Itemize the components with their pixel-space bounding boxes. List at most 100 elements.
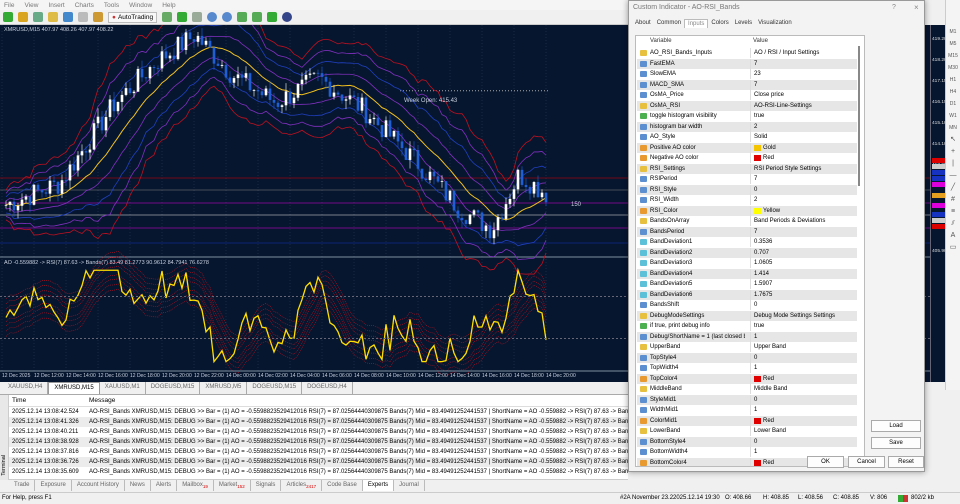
input-row[interactable]: if true, print debug info true <box>637 321 857 331</box>
menu-help[interactable]: Help <box>162 2 175 9</box>
dialog-tab[interactable]: Common <box>654 19 684 28</box>
autoscroll-icon[interactable] <box>252 12 263 22</box>
input-row[interactable]: TopWidth4 1 <box>637 363 857 373</box>
input-row[interactable]: BottomStyle4 0 <box>637 436 857 447</box>
input-row[interactable]: BandsShift 0 <box>637 300 857 310</box>
input-value[interactable]: 0 <box>750 352 757 363</box>
input-value[interactable]: 1 <box>750 331 757 342</box>
input-value[interactable]: Solid <box>750 132 767 142</box>
terminal-tab[interactable]: Market152 <box>214 480 251 491</box>
data-window-icon[interactable] <box>48 12 58 22</box>
input-value[interactable]: 0 <box>750 436 757 447</box>
input-value[interactable]: 1 <box>750 447 757 457</box>
input-value[interactable]: 7 <box>750 226 757 237</box>
channel-icon[interactable]: ≡ <box>946 206 960 218</box>
input-row[interactable]: WidthMid1 1 <box>637 405 857 415</box>
reset-button[interactable]: Reset <box>888 456 924 468</box>
dialog-tab[interactable]: Inputs <box>684 19 709 28</box>
terminal-tab[interactable]: Account History <box>72 480 125 491</box>
vline-icon[interactable]: | <box>946 158 960 170</box>
input-row[interactable]: Positive AO color Gold <box>637 142 857 153</box>
input-value[interactable]: Middle Band <box>750 384 787 394</box>
input-value[interactable]: true <box>750 321 764 331</box>
log-row[interactable]: 2025.12.14 13:08:35.609 AO-RSI_Bands XMRU… <box>9 467 628 477</box>
table-scrollbar[interactable] <box>858 46 860 186</box>
timeframe-m1[interactable]: M1 <box>946 26 960 38</box>
terminal-tab[interactable]: Experts <box>362 480 395 491</box>
input-row[interactable]: TopColor4 Red <box>637 373 857 384</box>
terminal-tab[interactable]: Exposure <box>35 480 72 491</box>
input-row[interactable]: MiddleBand Middle Band <box>637 384 857 394</box>
input-value[interactable]: 7 <box>750 58 757 69</box>
input-row[interactable]: DebugModeSettings Debug Mode Settings Set… <box>637 310 857 321</box>
input-value[interactable]: Upper Band <box>750 342 786 352</box>
log-row[interactable]: 2025.12.14 13:08:42.524 AO-RSI_Bands XMRU… <box>9 407 628 417</box>
terminal-icon[interactable] <box>78 12 88 22</box>
input-value[interactable]: 7 <box>750 174 757 184</box>
input-value[interactable]: Yellow <box>750 205 780 216</box>
input-value[interactable]: 1.414 <box>750 268 769 279</box>
input-row[interactable]: BandDeviation3 1.0605 <box>637 258 857 268</box>
dialog-tab[interactable]: Colors <box>708 19 731 28</box>
cursor-icon[interactable]: ↖ <box>946 134 960 146</box>
input-value[interactable]: Red <box>750 457 774 466</box>
text-icon[interactable]: A <box>946 230 960 242</box>
input-row[interactable]: BandDeviation5 1.5907 <box>637 279 857 289</box>
help-button[interactable]: ? <box>892 4 896 11</box>
menu-tools[interactable]: Tools <box>104 2 119 9</box>
input-row[interactable]: UpperBand Upper Band <box>637 342 857 352</box>
timeframe-m5[interactable]: M5 <box>946 38 960 50</box>
input-value[interactable]: Red <box>750 153 774 163</box>
terminal-tab[interactable]: News <box>125 480 151 491</box>
autotrading-button[interactable]: ● AutoTrading <box>108 11 158 23</box>
chart-tab[interactable]: XMRUSD,M15 <box>48 382 100 394</box>
ok-button[interactable]: OK <box>807 456 844 468</box>
input-row[interactable]: BandDeviation1 0.3536 <box>637 237 857 247</box>
dialog-tab[interactable]: Visualization <box>755 19 795 28</box>
menu-insert[interactable]: Insert <box>48 2 64 9</box>
chart-tab[interactable]: DOGEUSD,H4 <box>302 382 353 394</box>
input-row[interactable]: ColorMid1 Red <box>637 415 857 426</box>
input-row[interactable]: StyleMid1 0 <box>637 394 857 405</box>
timeframe-mn[interactable]: MN <box>946 122 960 134</box>
input-value[interactable]: 0.3536 <box>750 237 772 247</box>
market-watch-icon[interactable] <box>33 12 43 22</box>
input-row[interactable]: RSIPeriod 7 <box>637 174 857 184</box>
crosshair-icon[interactable]: + <box>946 146 960 158</box>
log-row[interactable]: 2025.12.14 13:08:40.211 AO-RSI_Bands XMRU… <box>9 427 628 437</box>
log-row[interactable]: 2025.12.14 13:08:38.928 AO-RSI_Bands XMRU… <box>9 437 628 447</box>
chart-tab[interactable]: DOGEUSD,M15 <box>247 382 303 394</box>
profiles-icon[interactable] <box>18 12 28 22</box>
input-row[interactable]: AO_Style Solid <box>637 132 857 142</box>
zoom-in-icon[interactable] <box>207 12 218 22</box>
input-value[interactable]: 1.0605 <box>750 258 772 268</box>
chart-tab[interactable]: DOGEUSD,M15 <box>146 382 201 394</box>
input-row[interactable]: toggle histogram visibility true <box>637 111 857 121</box>
input-row[interactable]: AO_RSI_Bands_Inputs AO / RSI / Input Sett… <box>637 48 857 58</box>
line-chart-icon[interactable] <box>192 12 203 22</box>
timeframe-h1[interactable]: H1 <box>946 74 960 86</box>
input-value[interactable]: 1 <box>750 363 757 373</box>
terminal-tab[interactable]: Alerts <box>151 480 178 491</box>
input-value[interactable]: Close price <box>750 90 784 100</box>
input-value[interactable]: 0 <box>750 300 757 310</box>
input-value[interactable]: 0 <box>750 394 757 405</box>
timeframe-w1[interactable]: W1 <box>946 110 960 122</box>
terminal-tab[interactable]: Signals <box>251 480 282 491</box>
input-row[interactable]: RSI_Style 0 <box>637 184 857 195</box>
dialog-tab[interactable]: About <box>632 19 654 28</box>
menu-window[interactable]: Window <box>129 2 152 9</box>
input-value[interactable]: Band Periods & Deviations <box>750 216 825 226</box>
trendline-icon[interactable]: ╱ <box>946 182 960 194</box>
input-row[interactable]: BandDeviation4 1.414 <box>637 268 857 279</box>
menu-file[interactable]: File <box>4 2 14 9</box>
input-row[interactable]: MACD_SMA 7 <box>637 79 857 90</box>
periods-icon[interactable] <box>282 12 293 22</box>
chart-tab[interactable]: XMRUSD,M5 <box>200 382 248 394</box>
input-value[interactable]: 1.7675 <box>750 289 772 300</box>
input-row[interactable]: Debug/ShortName = 1 (last closed bar) 1 <box>637 331 857 342</box>
input-value[interactable]: AO / RSI / Input Settings <box>750 48 819 58</box>
hline-icon[interactable]: — <box>946 170 960 182</box>
equidistant-icon[interactable]: ⫽ <box>946 218 960 230</box>
input-row[interactable]: FastEMA 7 <box>637 58 857 69</box>
